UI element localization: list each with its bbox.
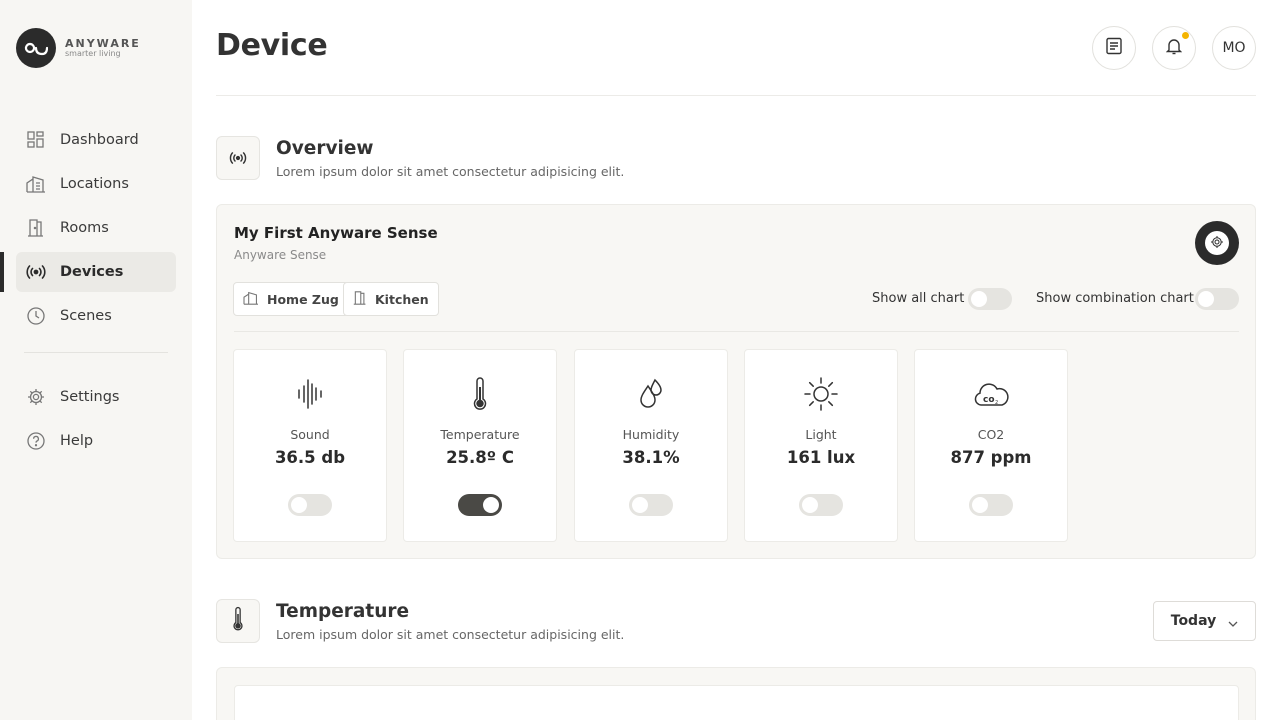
brand-tagline: smarter living xyxy=(65,49,121,58)
sidebar-item-label: Scenes xyxy=(60,308,112,324)
thermometer-icon xyxy=(473,377,487,415)
notes-button[interactable] xyxy=(1092,26,1136,70)
sidebar-item-dashboard[interactable]: Dashboard xyxy=(16,120,176,160)
location-label: Home Zug xyxy=(267,291,339,307)
door-icon xyxy=(353,290,367,309)
co2-cloud-icon: co 2 xyxy=(973,380,1009,412)
sensor-card-temperature[interactable]: Temperature 25.8º C xyxy=(403,349,557,542)
sidebar-item-scenes[interactable]: Scenes xyxy=(16,296,176,336)
temperature-subtitle: Lorem ipsum dolor sit amet consectetur a… xyxy=(276,627,625,642)
sidebar-item-label: Locations xyxy=(60,176,129,192)
sensor-value: 36.5 db xyxy=(274,448,346,467)
broadcast-icon xyxy=(229,149,247,168)
sidebar: ANYWARE smarter living Dashboard Locatio… xyxy=(0,0,192,720)
room-chip[interactable]: Kitchen xyxy=(343,282,439,316)
sidebar-item-label: Help xyxy=(60,433,94,449)
sidebar-item-label: Devices xyxy=(60,264,124,280)
sidebar-item-devices[interactable]: Devices xyxy=(16,252,176,292)
logo-icon xyxy=(16,28,56,68)
nav-divider xyxy=(24,352,168,353)
sun-icon xyxy=(804,377,838,415)
sidebar-item-settings[interactable]: Settings xyxy=(16,377,176,417)
sensor-label: Light xyxy=(805,427,837,442)
avatar-initials: MO xyxy=(1222,40,1246,56)
notes-icon xyxy=(1105,37,1123,59)
temperature-section-icon xyxy=(216,599,260,643)
overview-section-icon xyxy=(216,136,260,180)
sensor-value: 161 lux xyxy=(786,448,856,467)
clock-icon xyxy=(26,306,46,326)
thermometer-icon xyxy=(233,606,243,636)
room-label: Kitchen xyxy=(375,291,429,307)
sound-wave-icon xyxy=(297,378,323,414)
sensor-toggle-temperature[interactable] xyxy=(458,494,502,516)
sensor-toggle-light[interactable] xyxy=(799,494,843,516)
temperature-chart-card xyxy=(216,667,1256,720)
notifications-button[interactable] xyxy=(1152,26,1196,70)
sensor-value: 38.1% xyxy=(622,448,680,467)
header-divider xyxy=(216,95,1256,96)
sensor-value: 877 ppm xyxy=(950,448,1032,467)
temperature-title: Temperature xyxy=(276,601,410,622)
sidebar-item-label: Rooms xyxy=(60,220,109,236)
secondary-nav: Settings Help xyxy=(16,377,176,465)
gear-icon xyxy=(26,387,46,407)
svg-text:co: co xyxy=(983,395,995,405)
sensor-toggle-co2[interactable] xyxy=(969,494,1013,516)
range-label: Today xyxy=(1170,613,1217,629)
active-indicator xyxy=(0,252,4,292)
page-title: Device xyxy=(216,28,328,63)
sensor-label: Sound xyxy=(290,427,330,442)
card-divider xyxy=(234,331,1239,332)
range-dropdown[interactable]: Today xyxy=(1153,601,1256,641)
notification-dot xyxy=(1182,32,1189,39)
svg-text:2: 2 xyxy=(995,400,998,406)
sidebar-item-label: Dashboard xyxy=(60,132,139,148)
show-all-chart-toggle[interactable] xyxy=(968,288,1012,310)
droplets-icon xyxy=(638,378,664,414)
temperature-chart-area xyxy=(234,685,1239,720)
overview-subtitle: Lorem ipsum dolor sit amet consectetur a… xyxy=(276,164,625,179)
sensor-toggle-sound[interactable] xyxy=(288,494,332,516)
broadcast-icon xyxy=(26,262,46,282)
sidebar-item-rooms[interactable]: Rooms xyxy=(16,208,176,248)
location-chip[interactable]: Home Zug xyxy=(233,282,349,316)
main-nav: Dashboard Locations Rooms Devices Scenes xyxy=(16,120,176,340)
sensor-label: Humidity xyxy=(622,427,680,442)
sensor-card-humidity[interactable]: Humidity 38.1% xyxy=(574,349,728,542)
help-icon xyxy=(26,431,46,451)
sidebar-item-locations[interactable]: Locations xyxy=(16,164,176,204)
brand-logo[interactable]: ANYWARE smarter living xyxy=(16,28,141,68)
sensor-label: Temperature xyxy=(440,427,520,442)
brand-name: ANYWARE xyxy=(65,37,141,50)
overview-title: Overview xyxy=(276,138,374,159)
sensor-card-sound[interactable]: Sound 36.5 db xyxy=(233,349,387,542)
bell-icon xyxy=(1165,37,1183,59)
settings-icon xyxy=(1210,234,1224,253)
sensor-card-co2[interactable]: co 2 CO2 877 ppm xyxy=(914,349,1068,542)
device-name: My First Anyware Sense xyxy=(234,224,438,242)
show-combination-chart-label: Show combination chart xyxy=(1036,291,1194,306)
sidebar-item-label: Settings xyxy=(60,389,120,405)
show-combination-chart-toggle[interactable] xyxy=(1195,288,1239,310)
avatar[interactable]: MO xyxy=(1212,26,1256,70)
show-all-chart-label: Show all chart xyxy=(872,291,965,306)
sensor-card-light[interactable]: Light 161 lux xyxy=(744,349,898,542)
device-card: My First Anyware Sense Anyware Sense Hom… xyxy=(216,204,1256,559)
dashboard-icon xyxy=(26,130,46,150)
door-icon xyxy=(26,218,46,238)
sensor-toggle-humidity[interactable] xyxy=(629,494,673,516)
sensor-value: 25.8º C xyxy=(446,448,514,467)
sidebar-item-help[interactable]: Help xyxy=(16,421,176,461)
sensor-label: CO2 xyxy=(977,427,1005,442)
device-settings-button[interactable] xyxy=(1195,221,1239,265)
chevron-down-icon xyxy=(1228,612,1238,631)
device-type: Anyware Sense xyxy=(234,248,327,262)
building-icon xyxy=(26,174,46,194)
building-icon xyxy=(243,290,259,309)
